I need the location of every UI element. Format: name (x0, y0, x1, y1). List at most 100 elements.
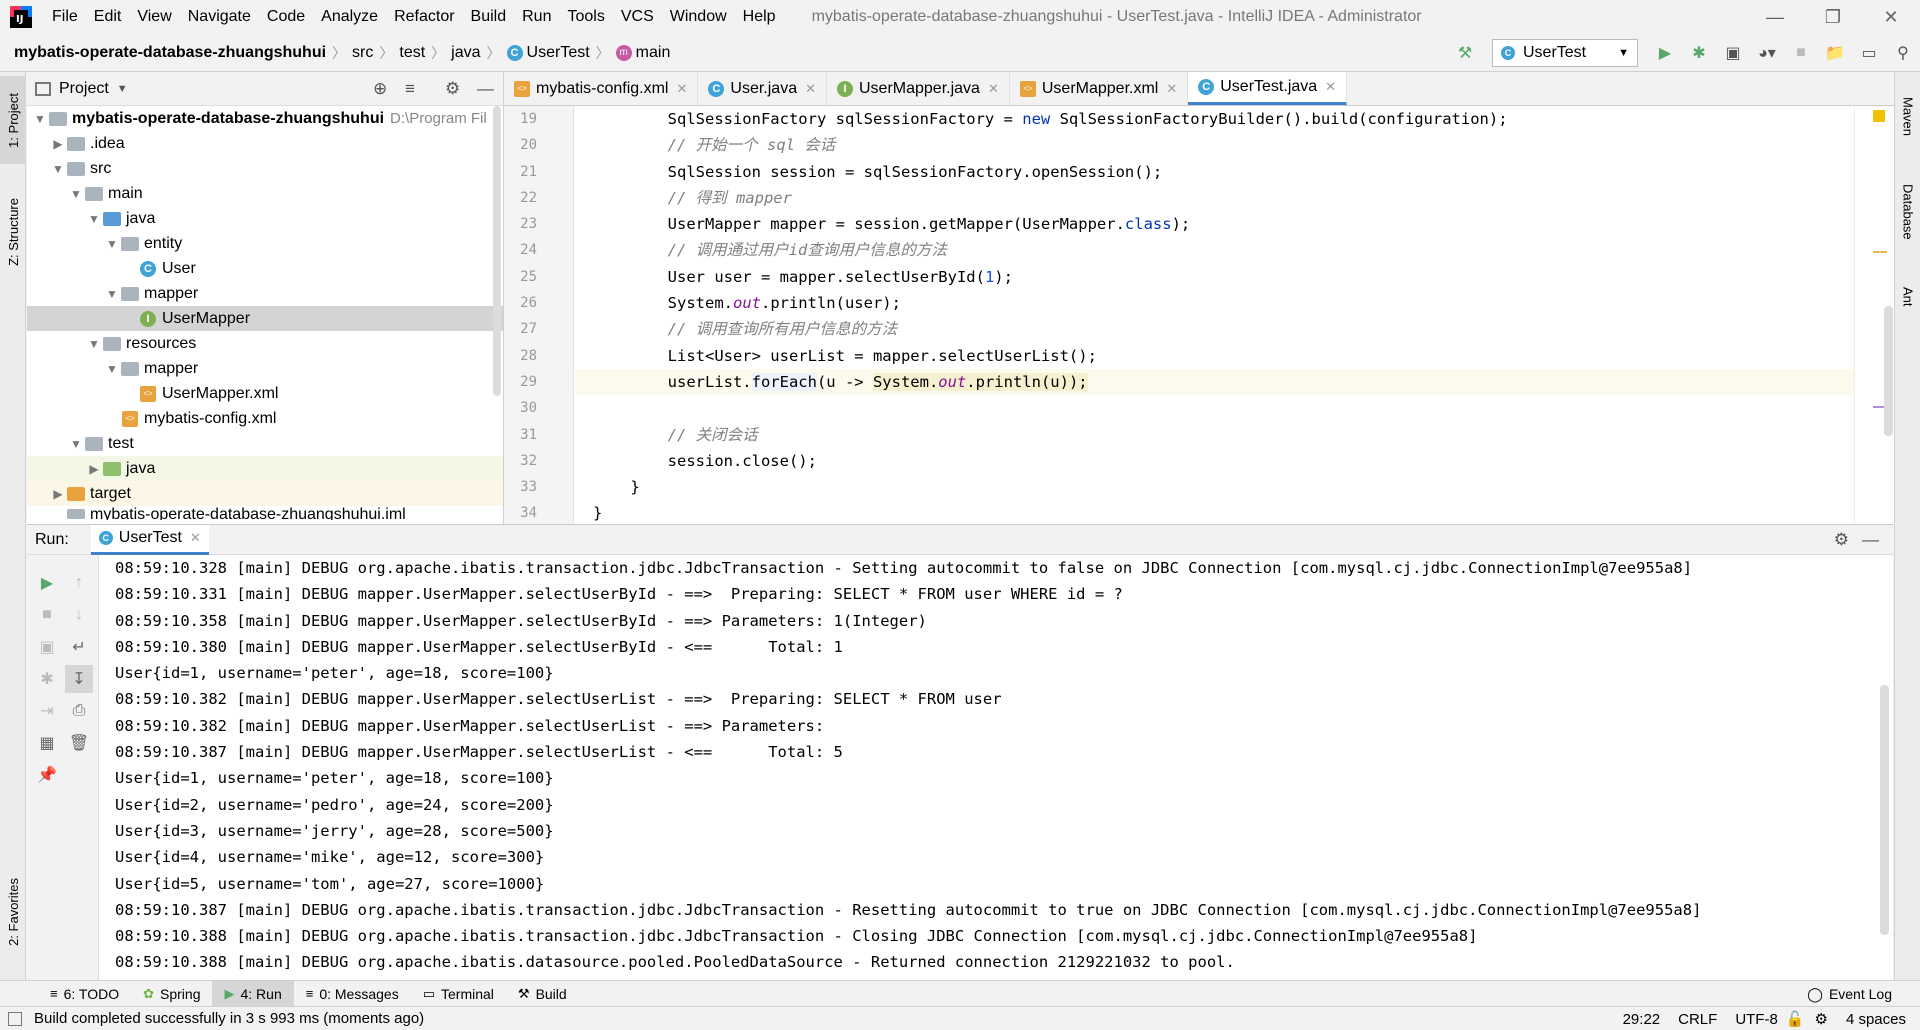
close-icon[interactable]: ✕ (1325, 79, 1336, 95)
menu-run[interactable]: Run (514, 0, 559, 34)
scroll-marker[interactable] (1873, 251, 1887, 253)
rerun-icon[interactable]: ▶ (33, 569, 61, 597)
editor-scrollbar[interactable] (1854, 106, 1894, 524)
project-tool-tab[interactable]: 1: Project (0, 76, 26, 164)
tree-item-usermapper-xml[interactable]: <> UserMapper.xml (27, 381, 503, 406)
project-structure-icon[interactable]: 📁 (1820, 38, 1850, 68)
messages-tool-button[interactable]: ≡ 0: Messages (294, 981, 411, 1007)
breadcrumb-class[interactable]: C UserTest (503, 44, 594, 62)
tab-usermapper-xml[interactable]: <> UserMapper.xml ✕ (1010, 72, 1189, 105)
line-number-gutter[interactable]: 19 20 21 22 23 24 25 26 27 28 29 30 31 3… (504, 106, 574, 524)
line-separator[interactable]: CRLF (1678, 1011, 1717, 1028)
minimize-icon[interactable]: — (1746, 0, 1804, 34)
tree-item-resources-mapper[interactable]: ▼ mapper (27, 356, 503, 381)
menu-tools[interactable]: Tools (559, 0, 612, 34)
expand-arrow-icon[interactable]: ▼ (67, 187, 85, 201)
build-tool-button[interactable]: ⚒ Build (506, 981, 579, 1007)
event-icon[interactable]: ⚙ (1815, 1010, 1828, 1028)
tree-item-entity[interactable]: ▼ entity (27, 231, 503, 256)
expand-arrow-icon[interactable]: ▼ (85, 337, 103, 351)
tree-item-main[interactable]: ▼ main (27, 181, 503, 206)
expand-arrow-icon[interactable]: ▼ (31, 112, 49, 126)
favorites-tool-tab[interactable]: 2: Favorites (0, 862, 26, 962)
close-icon[interactable]: ✕ (1166, 81, 1177, 97)
breadcrumb-test[interactable]: test (395, 44, 429, 62)
project-panel-title[interactable]: Project (59, 80, 109, 98)
tree-scrollbar[interactable] (493, 106, 501, 396)
code-area[interactable]: SqlSessionFactory sqlSessionFactory = ne… (575, 106, 1854, 524)
terminal-tool-button[interactable]: ▭ Terminal (411, 981, 506, 1007)
tree-item-iml[interactable]: mybatis-operate-database-zhuangshuhui.im… (27, 506, 503, 520)
tree-item-resources[interactable]: ▼ resources (27, 331, 503, 356)
run-configuration-select[interactable]: C UserTest ▼ (1492, 39, 1638, 67)
tree-item-idea[interactable]: ▶ .idea (27, 131, 503, 156)
run-icon[interactable]: ▶ (1650, 38, 1680, 68)
event-log-button[interactable]: ◯ Event Log (1807, 981, 1892, 1007)
print-icon[interactable]: ⎙ (65, 697, 93, 725)
menu-build[interactable]: Build (463, 0, 515, 34)
run-tab-usertest[interactable]: C UserTest ✕ (90, 524, 209, 555)
soft-wrap-icon[interactable]: ↵ (65, 633, 93, 661)
chevron-down-icon[interactable]: ▼ (117, 83, 128, 95)
close-icon[interactable]: ✕ (676, 81, 687, 97)
gear-icon[interactable]: ⚙ (445, 79, 460, 99)
layout-icon[interactable]: ▦ (33, 729, 61, 757)
down-arrow-icon[interactable]: ↓ (65, 601, 93, 629)
menu-vcs[interactable]: VCS (613, 0, 662, 34)
menu-analyze[interactable]: Analyze (313, 0, 386, 34)
collapse-all-icon[interactable]: ≡ (405, 79, 415, 99)
tree-item-main-java[interactable]: ▼ java (27, 206, 503, 231)
run-tool-button[interactable]: ▶ 4: Run (212, 980, 294, 1007)
scroll-to-end-icon[interactable]: ↧ (65, 665, 93, 693)
menu-refactor[interactable]: Refactor (386, 0, 462, 34)
menu-help[interactable]: Help (735, 0, 784, 34)
presentation-icon[interactable]: ▭ (1854, 38, 1884, 68)
menu-file[interactable]: File (44, 0, 86, 34)
tree-item-test[interactable]: ▼ test (27, 431, 503, 456)
expand-arrow-icon[interactable]: ▼ (103, 362, 121, 376)
hide-icon[interactable]: — (1862, 530, 1879, 550)
menu-edit[interactable]: Edit (86, 0, 130, 34)
collapsed-arrow-icon[interactable]: ▶ (49, 137, 67, 151)
warning-marker-icon[interactable] (1873, 110, 1885, 122)
status-toggle-icon[interactable] (8, 1011, 22, 1026)
exit-debug-icon[interactable]: ✱ (33, 665, 61, 693)
stop-icon[interactable]: ■ (1786, 38, 1816, 68)
spring-tool-button[interactable]: ✿ Spring (131, 981, 212, 1007)
coverage-icon[interactable]: ▣ (1718, 38, 1748, 68)
close-icon[interactable]: ✕ (805, 81, 816, 97)
tree-item-src[interactable]: ▼ src (27, 156, 503, 181)
profile-icon[interactable]: ◕▾ (1752, 38, 1782, 68)
debug-icon[interactable]: ✱ (1684, 38, 1714, 68)
ant-tool-tab[interactable]: Ant (1895, 272, 1920, 322)
lock-icon[interactable]: 🔓 (1786, 1010, 1805, 1028)
close-icon[interactable]: ✕ (190, 530, 201, 546)
hide-icon[interactable]: — (477, 79, 494, 99)
file-encoding[interactable]: UTF-8 (1735, 1011, 1778, 1028)
tree-item-mapper-package[interactable]: ▼ mapper (27, 281, 503, 306)
tree-item-target[interactable]: ▶ target (27, 481, 503, 506)
tab-user-java[interactable]: C User.java ✕ (698, 72, 827, 105)
scroll-thumb[interactable] (1884, 306, 1893, 436)
tab-mybatis-config[interactable]: <> mybatis-config.xml ✕ (504, 72, 699, 105)
gear-icon[interactable]: ⚙ (1834, 530, 1849, 550)
close-icon[interactable]: ✕ (988, 81, 999, 97)
menu-navigate[interactable]: Navigate (180, 0, 259, 34)
breadcrumb-java[interactable]: java (447, 44, 484, 62)
menu-window[interactable]: Window (662, 0, 735, 34)
collapsed-arrow-icon[interactable]: ▶ (49, 487, 67, 501)
expand-arrow-icon[interactable]: ▼ (49, 162, 67, 176)
up-arrow-icon[interactable]: ↑ (65, 569, 93, 597)
camera-icon[interactable]: ▣ (33, 633, 61, 661)
locate-icon[interactable]: ⊕ (373, 79, 387, 99)
indent-setting[interactable]: 4 spaces (1846, 1011, 1906, 1028)
structure-tool-tab[interactable]: Z: Structure (0, 182, 26, 282)
stop-icon[interactable]: ■ (33, 601, 61, 629)
collapsed-arrow-icon[interactable]: ▶ (85, 462, 103, 476)
expand-arrow-icon[interactable]: ▼ (67, 437, 85, 451)
tree-item-user-class[interactable]: C User (27, 256, 503, 281)
todo-tool-button[interactable]: ≡ 6: TODO (38, 981, 131, 1007)
breadcrumb-method[interactable]: m main (612, 44, 675, 62)
tab-usertest-java[interactable]: C UserTest.java ✕ (1188, 72, 1348, 105)
menu-view[interactable]: View (129, 0, 179, 34)
